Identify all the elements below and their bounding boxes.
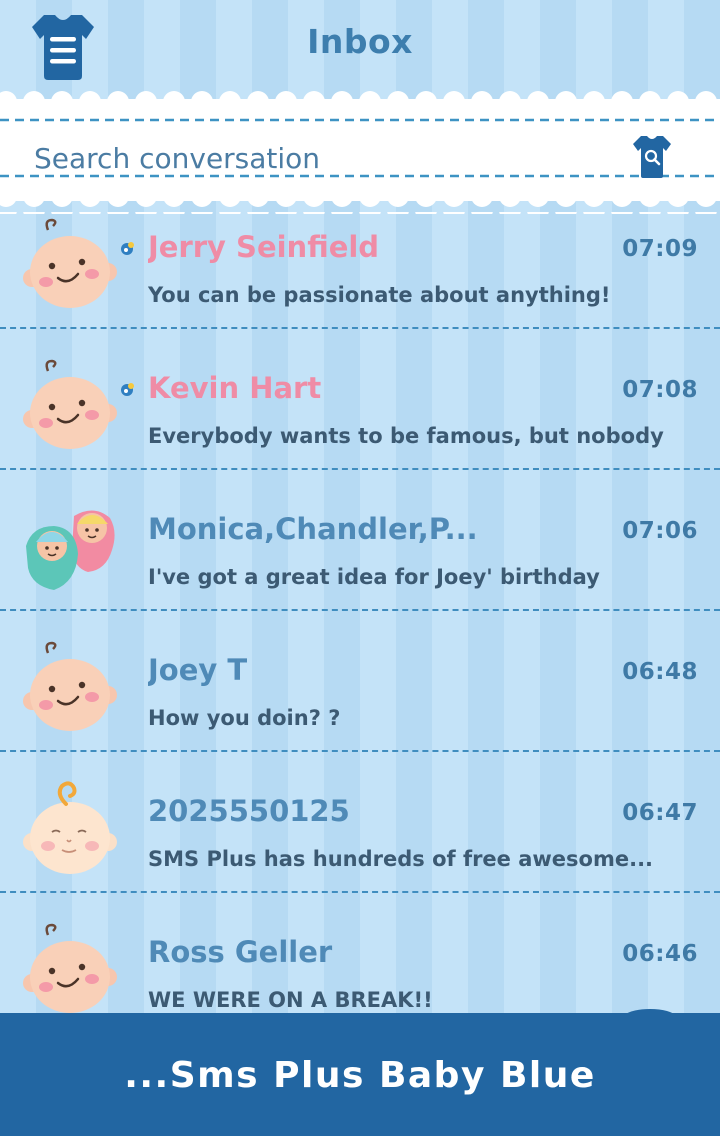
unread-pacifier-icon bbox=[121, 383, 134, 396]
unread-pacifier-icon bbox=[121, 242, 134, 255]
contact-name: Ross Geller bbox=[148, 935, 333, 969]
message-preview: How you doin? ? bbox=[148, 706, 341, 730]
message-preview: I've got a great idea for Joey' birthday bbox=[148, 565, 600, 589]
message-preview: WE WERE ON A BREAK!! bbox=[148, 988, 433, 1012]
message-time: 06:46 bbox=[622, 941, 698, 967]
contact-name: 2025550125 bbox=[148, 794, 350, 828]
message-preview: SMS Plus has hundreds of free awesome... bbox=[148, 847, 654, 871]
baby-face-avatar bbox=[23, 641, 117, 731]
message-preview: Everybody wants to be famous, but nobody bbox=[148, 424, 664, 448]
conversation-row[interactable]: Monica,Chandler,P... 07:06 I've got a gr… bbox=[0, 470, 720, 611]
message-time: 07:09 bbox=[622, 236, 698, 262]
page-title: Inbox bbox=[307, 22, 413, 61]
conversation-list: Jerry Seinfield 07:09 You can be passion… bbox=[0, 188, 720, 1016]
baby-face-avatar bbox=[23, 923, 117, 1013]
message-time: 07:08 bbox=[622, 377, 698, 403]
app-header: Inbox bbox=[0, 0, 720, 96]
compose-button-peek[interactable] bbox=[618, 1007, 682, 1021]
conversation-row[interactable]: 2025550125 06:47 SMS Plus has hundreds o… bbox=[0, 752, 720, 893]
conversation-row[interactable]: Kevin Hart 07:08 Everybody wants to be f… bbox=[0, 329, 720, 470]
contact-name: Monica,Chandler,P... bbox=[148, 512, 478, 546]
banner-title: ...Sms Plus Baby Blue bbox=[124, 1055, 596, 1096]
message-time: 06:48 bbox=[622, 659, 698, 685]
onesie-search-icon bbox=[633, 136, 671, 178]
message-time: 07:06 bbox=[622, 518, 698, 544]
conversation-row[interactable]: Ross Geller 06:46 WE WERE ON A BREAK!! bbox=[0, 893, 720, 1016]
promo-banner: ...Sms Plus Baby Blue bbox=[0, 1009, 720, 1136]
conversation-row[interactable]: Joey T 06:48 How you doin? ? bbox=[0, 611, 720, 752]
search-input[interactable] bbox=[34, 136, 594, 180]
baby-face-avatar bbox=[23, 359, 117, 449]
swaddled-twins-avatar bbox=[26, 510, 115, 590]
search-button[interactable] bbox=[632, 134, 672, 180]
baby-face-curl-avatar bbox=[23, 781, 117, 874]
message-preview: You can be passionate about anything! bbox=[148, 283, 611, 307]
message-time: 06:47 bbox=[622, 800, 698, 826]
contact-name: Jerry Seinfield bbox=[148, 230, 380, 264]
contact-name: Joey T bbox=[148, 653, 248, 687]
conversation-row[interactable]: Jerry Seinfield 07:09 You can be passion… bbox=[0, 188, 720, 329]
contact-name: Kevin Hart bbox=[148, 371, 322, 405]
baby-face-avatar bbox=[23, 218, 117, 308]
